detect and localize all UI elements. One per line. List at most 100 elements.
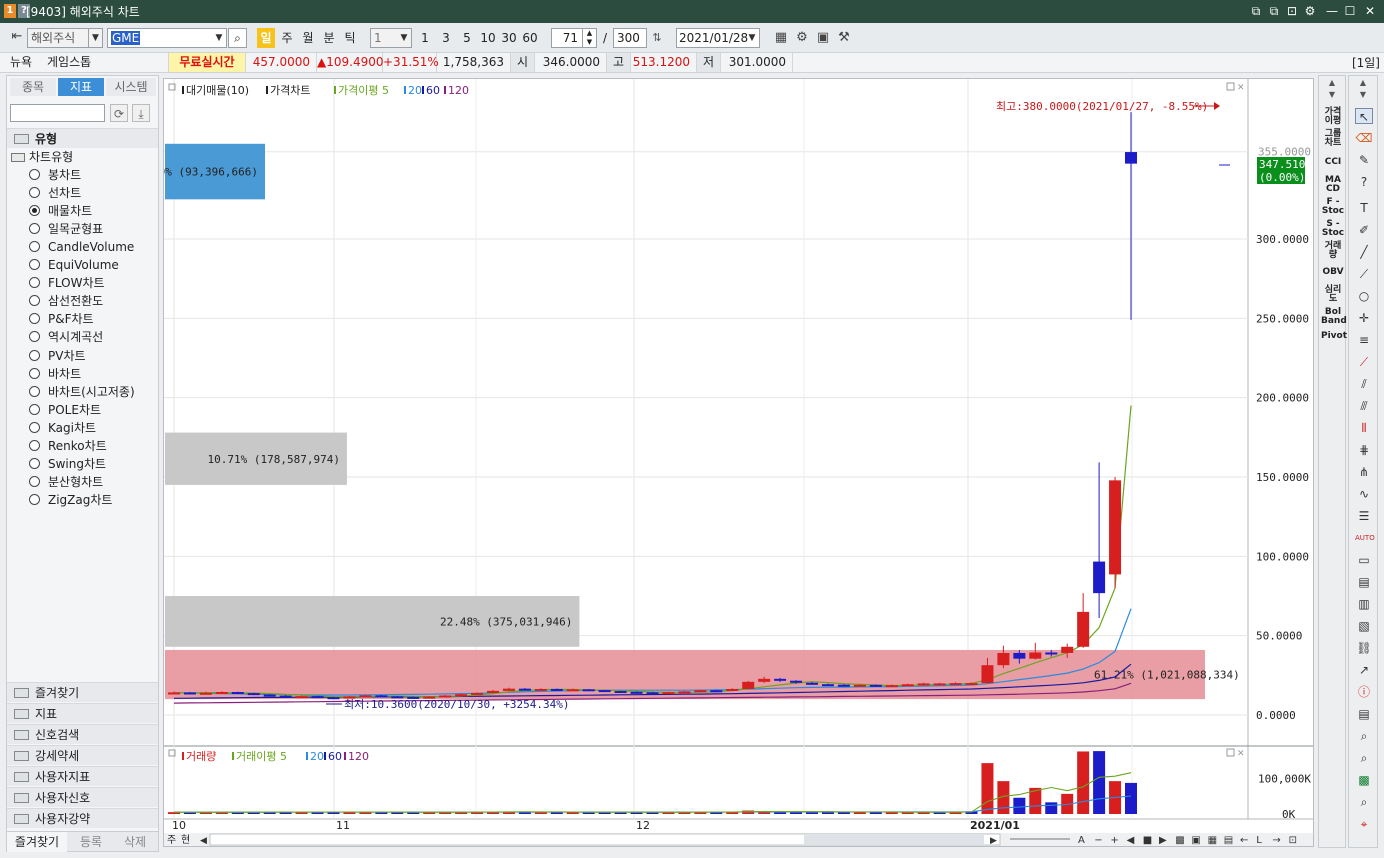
fast-stoch-button[interactable]: F - Stoc (1321, 198, 1345, 216)
link-window-icon[interactable]: ⧉ (1248, 3, 1264, 19)
macd-button[interactable]: MA CD (1321, 176, 1345, 194)
radio-button-icon[interactable] (29, 421, 40, 433)
chart-panel[interactable]: 5.60% (93,396,666) 10.71% (178,587,974) 22… (163, 78, 1314, 847)
period-tick-button[interactable]: 틱 (341, 28, 359, 48)
help-icon[interactable]: ? (1355, 174, 1373, 190)
auto-trend-icon[interactable]: AUTO (1355, 530, 1375, 546)
tools-icon[interactable]: ⚒ (835, 29, 853, 47)
type-category-header[interactable]: 유형 (7, 128, 158, 148)
chart-type-option[interactable]: ZigZag차트 (29, 491, 112, 509)
radio-button-icon[interactable] (29, 313, 40, 325)
scroll-up-icon[interactable]: ▲ (1322, 78, 1342, 88)
category-folder[interactable]: 지표 (7, 703, 158, 723)
chevron-down-icon[interactable]: ▼ (397, 29, 411, 47)
current-toggle[interactable]: 현 (181, 834, 190, 846)
chart-nav-control-icon[interactable]: ⊡ (1289, 835, 1297, 846)
market-select[interactable]: 해외주식 ▼ (27, 28, 103, 48)
category-folder[interactable]: 신호검색 (7, 724, 158, 744)
candle-body[interactable] (582, 689, 595, 692)
volume-bar[interactable] (1013, 797, 1026, 814)
realtime-badge[interactable]: 무료실시간 (168, 53, 246, 72)
interval-30-button[interactable]: 30 (500, 28, 518, 48)
candle-body[interactable] (933, 683, 946, 686)
chart-canvas[interactable]: 5.60% (93,396,666) 10.71% (178,587,974) 22… (164, 79, 1313, 846)
radio-button-icon[interactable] (29, 205, 40, 217)
tab-symbols[interactable]: 종목 (10, 78, 56, 96)
radio-button-icon[interactable] (29, 169, 40, 180)
radio-button-icon[interactable] (29, 493, 40, 505)
chart-type-option[interactable]: EquiVolume (29, 256, 119, 274)
candle-body[interactable] (949, 683, 962, 686)
chart-type-option[interactable]: 바차트 (29, 365, 81, 383)
scroll-left-icon[interactable]: ◀ (200, 836, 207, 846)
regression-icon[interactable]: ☰ (1355, 508, 1373, 524)
obv-button[interactable]: OBV (1321, 268, 1345, 277)
radio-button-icon[interactable] (29, 187, 40, 199)
volume-button[interactable]: 거래 량 (1321, 242, 1345, 260)
chevron-down-icon[interactable]: ▼ (745, 29, 759, 47)
list-icon[interactable]: ▤ (1355, 706, 1373, 722)
copy-window-icon[interactable]: ⧉ (1266, 3, 1282, 19)
delete-all-icon[interactable]: ✎ (1355, 152, 1373, 168)
chart-nav-control-icon[interactable]: ← (1240, 835, 1248, 846)
radio-button-icon[interactable] (29, 331, 40, 343)
favorites-tab[interactable]: 즐겨찾기 (7, 832, 67, 852)
tab-indicators[interactable]: 지표 (58, 78, 104, 96)
radio-button-icon[interactable] (29, 475, 40, 487)
volume-bar[interactable] (869, 812, 882, 814)
refresh-icon[interactable]: ⟳ (110, 104, 128, 122)
ray-line-icon[interactable]: ⟋ (1355, 266, 1373, 282)
gann-fan-icon[interactable]: ⫽ (1355, 376, 1373, 392)
candle-body[interactable] (821, 684, 834, 687)
chart-type-option[interactable]: 바차트(시고저종) (29, 383, 135, 401)
chart-type-option[interactable]: 일목균형표 (29, 220, 103, 238)
candle-body[interactable] (231, 691, 244, 694)
candle-body[interactable] (965, 683, 978, 686)
window-icon[interactable]: ▭ (1355, 552, 1373, 568)
scrollbar-thumb[interactable] (804, 835, 984, 844)
link-icon[interactable]: ⛓ (1355, 640, 1373, 656)
radio-button-icon[interactable] (29, 259, 40, 271)
radio-button-icon[interactable] (29, 457, 40, 469)
price-ma-button[interactable]: 가격 이평 (1321, 108, 1345, 126)
cycle-lines-icon[interactable]: ⦀ (1355, 420, 1373, 436)
candle-body[interactable] (1029, 652, 1042, 659)
candle-body[interactable] (215, 691, 228, 694)
cci-button[interactable]: CCI (1321, 158, 1345, 167)
candle-body[interactable] (471, 692, 484, 695)
info-icon[interactable]: ⓘ (1355, 684, 1373, 700)
date-select[interactable]: 2021/01/28 ▼ (676, 28, 760, 48)
weekly-toggle[interactable]: 주 (167, 835, 176, 846)
volume-bar[interactable] (981, 763, 994, 814)
gann-line-icon[interactable]: ⟋ (1355, 354, 1373, 370)
candle-body[interactable] (837, 684, 850, 687)
radio-button-icon[interactable] (29, 367, 40, 379)
chevron-down-icon[interactable]: ▼ (88, 29, 102, 47)
candle-body[interactable] (726, 688, 739, 691)
text-tool-icon[interactable]: T (1355, 200, 1373, 216)
search-doc-icon[interactable]: ⌕ (1355, 728, 1373, 744)
candle-body[interactable] (263, 694, 276, 697)
chart-nav-control-icon[interactable]: L (1256, 835, 1262, 846)
chart-type-option[interactable]: 역시계곡선 (29, 328, 103, 346)
interval-60-button[interactable]: 60 (521, 28, 539, 48)
chart-type-option[interactable]: 삼선전환도 (29, 292, 103, 310)
chart-type-option[interactable]: P&F차트 (29, 310, 94, 328)
candle-body[interactable] (1109, 480, 1122, 575)
indicator-search-input[interactable] (10, 104, 105, 122)
candle-body[interactable] (295, 696, 308, 699)
candle-body[interactable] (247, 693, 260, 696)
candle-body[interactable] (1045, 652, 1058, 655)
radio-button-icon[interactable] (29, 439, 40, 451)
candle-body[interactable] (168, 692, 180, 695)
radio-button-icon[interactable] (29, 241, 40, 253)
chart-type-option[interactable]: Swing차트 (29, 455, 106, 473)
category-folder[interactable]: 사용자강약 (7, 808, 158, 828)
group-chart-button[interactable]: 그룹 차트 (1321, 130, 1345, 148)
parallel-lines-icon[interactable]: ⫻ (1355, 398, 1373, 414)
volume-bar[interactable] (853, 812, 866, 814)
volume-bar[interactable] (1125, 782, 1137, 814)
chevron-down-icon[interactable]: ▼ (212, 29, 226, 47)
chart-type-option[interactable]: 봉차트 (29, 166, 81, 184)
circle-icon[interactable]: ○ (1355, 288, 1373, 304)
